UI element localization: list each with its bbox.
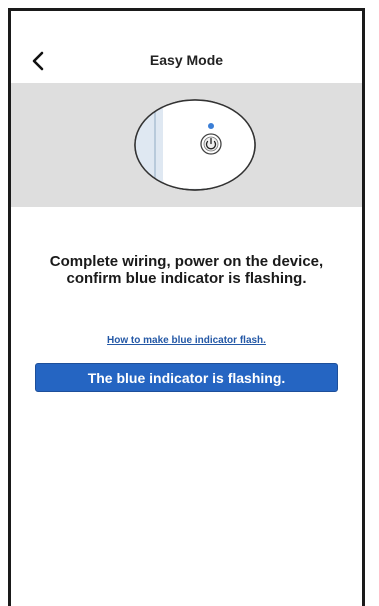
app-header: Easy Mode	[11, 41, 362, 81]
page-title: Easy Mode	[149, 52, 224, 68]
blue-indicator-led	[208, 123, 214, 129]
phone-screen: Easy Mode Complete wiring, power on the …	[8, 8, 365, 606]
indicator-flashing-button[interactable]: The blue indicator is flashing.	[35, 363, 338, 392]
status-bar	[11, 11, 362, 35]
device-illustration-panel	[11, 83, 362, 207]
instruction-text: Complete wiring, power on the device, co…	[49, 253, 324, 287]
help-link[interactable]: How to make blue indicator flash.	[11, 335, 362, 346]
device-illustration	[134, 99, 256, 191]
power-icon	[200, 133, 222, 155]
